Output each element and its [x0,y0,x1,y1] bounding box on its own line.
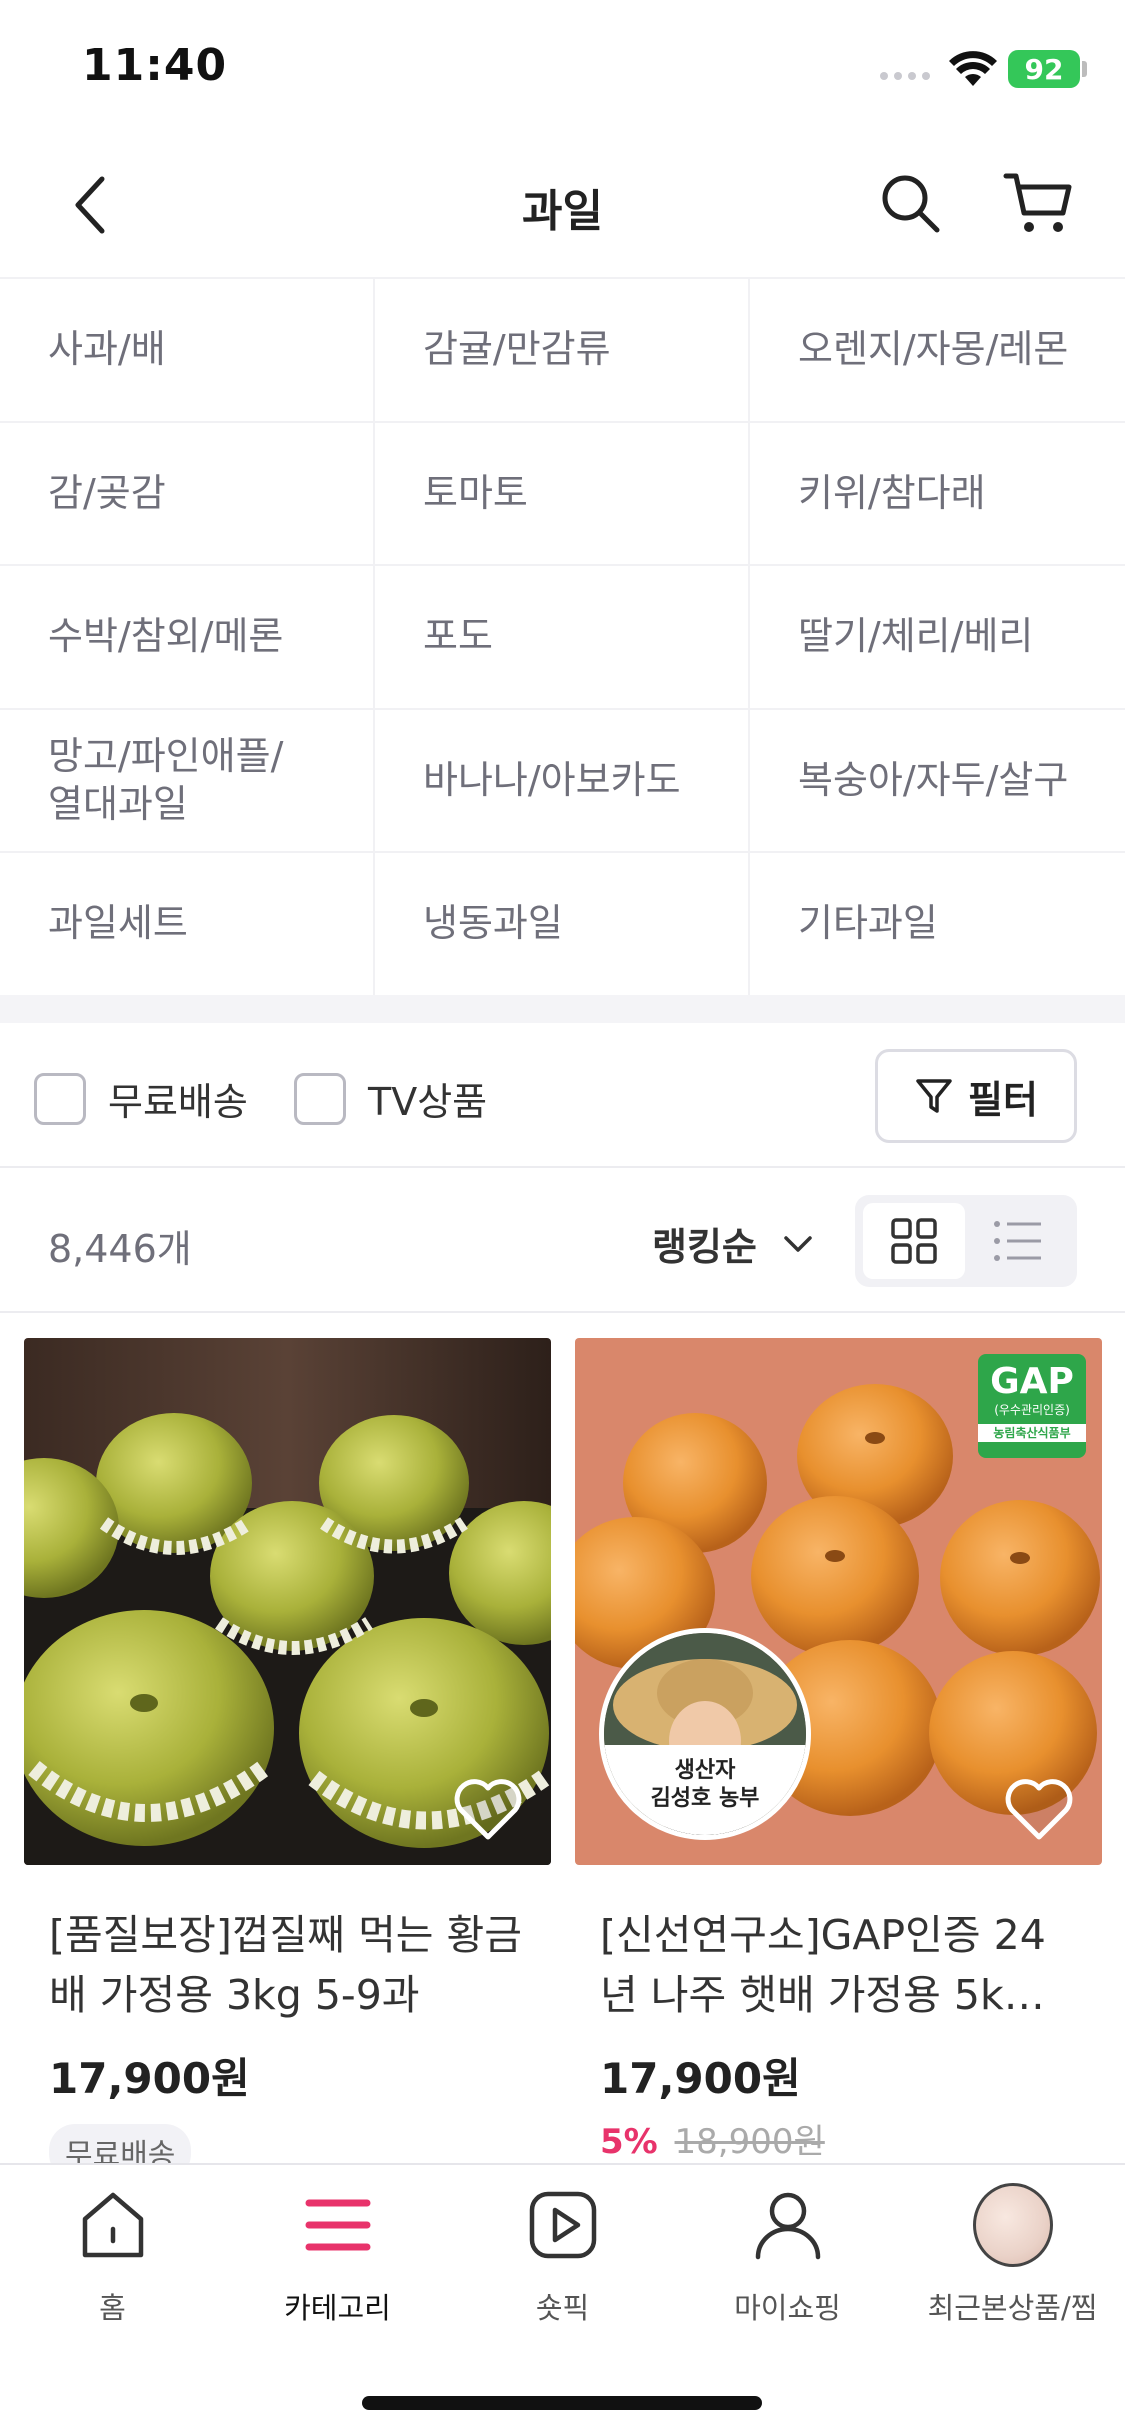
sort-label: 랭킹순 [652,1225,757,1269]
list-view-button[interactable] [967,1203,1069,1279]
product-name[interactable]: [품질보장]껍질째 먹는 황금배 가정용 3kg 5-9과 [24,1905,551,2025]
tab-label: 마이쇼핑 [734,2291,841,2325]
product-card[interactable]: GAP (우수관리인증) 농림축산식품부 생산자 김성호 농부 [신선연구소]G… [575,1338,1102,2163]
category-item[interactable]: 감귤/만감류 [375,279,750,423]
sort-row: 8,446개 랭킹순 [0,1168,1125,1313]
heart-icon[interactable] [453,1779,523,1841]
gap-ministry: 농림축산식품부 [978,1424,1086,1442]
recent-thumb-image [972,2183,1053,2267]
grid-view-button[interactable] [863,1203,965,1279]
category-grid: 사과/배 감귤/만감류 오렌지/자몽/레몬 감/곶감 토마토 키위/참다래 수박… [0,277,1125,997]
play-icon [523,2185,603,2265]
category-item[interactable]: 포도 [375,566,750,710]
heart-icon[interactable] [1004,1779,1074,1841]
free-shipping-checkbox[interactable]: 무료배송 [34,1071,248,1126]
home-icon [73,2185,153,2265]
battery-level: 92 [1024,52,1064,86]
recent-product-thumbnail [972,2183,1053,2267]
section-divider [0,995,1125,1023]
sort-dropdown[interactable]: 랭킹순 [652,1216,813,1271]
filter-button-label: 필터 [968,1077,1038,1122]
producer-avatar: 생산자 김성호 농부 [599,1628,811,1840]
grid-view-icon [891,1218,937,1264]
gap-subtitle: (우수관리인증) [994,1403,1070,1417]
discount-rate: 5% [600,2122,658,2162]
search-icon [882,175,940,233]
tab-recent[interactable]: 최근본상품/찜 [900,2183,1125,2335]
hamburger-menu-icon [298,2185,378,2265]
producer-name: 김성호 농부 [650,1786,760,1811]
tab-label: 최근본상품/찜 [927,2291,1098,2325]
category-item[interactable]: 망고/파인애플/ 열대과일 [0,709,375,854]
cart-button[interactable] [998,163,1078,243]
filter-row: 무료배송 TV상품 필터 [0,1023,1125,1168]
checkbox-box[interactable] [294,1072,346,1125]
list-view-icon [994,1221,1041,1261]
tab-category[interactable]: 카테고리 [225,2185,450,2335]
chevron-down-icon [784,1235,812,1252]
category-item[interactable]: 기타과일 [750,853,1125,997]
tab-label: 카테고리 [284,2291,391,2325]
search-button[interactable] [870,163,950,243]
category-item[interactable]: 감/곶감 [0,422,375,567]
category-item[interactable]: 딸기/체리/베리 [750,566,1125,710]
discount-info: 5% 18,900원 [575,2114,1102,2163]
product-price: 17,900원 [49,2054,250,2103]
battery-icon: 92 [1008,50,1080,88]
category-item[interactable]: 냉동과일 [375,853,750,997]
product-image[interactable] [24,1338,551,1865]
tv-product-checkbox[interactable]: TV상품 [294,1071,487,1126]
result-count: 8,446개 [48,1227,192,1271]
free-shipping-label: 무료배송 [108,1080,248,1124]
category-item[interactable]: 키위/참다래 [750,423,1125,567]
view-toggle [855,1195,1077,1287]
tab-label: 홈 [99,2291,126,2325]
tab-myshopping[interactable]: 마이쇼핑 [675,2185,900,2335]
page-title: 과일 [522,186,603,237]
gap-certification-badge: GAP (우수관리인증) 농림축산식품부 [978,1354,1086,1458]
cellular-signal-icon [880,72,930,80]
tab-shortpick[interactable]: 숏픽 [450,2185,675,2335]
checkbox-box[interactable] [34,1072,86,1125]
category-item[interactable]: 수박/참외/메론 [0,566,375,710]
status-bar: 11:40 92 [0,0,1125,135]
tab-home[interactable]: 홈 [0,2185,225,2335]
cart-icon [1003,173,1072,232]
filter-button[interactable]: 필터 [875,1049,1077,1143]
funnel-icon [916,1079,952,1113]
user-icon [748,2185,828,2265]
product-image[interactable]: GAP (우수관리인증) 농림축산식품부 생산자 김성호 농부 [575,1338,1102,1865]
status-time: 11:40 [82,40,228,91]
category-item[interactable]: 과일세트 [0,853,375,997]
tv-product-label: TV상품 [368,1080,488,1124]
header: 과일 [0,135,1125,275]
battery-tip [1082,61,1087,77]
producer-role: 생산자 [674,1758,736,1783]
gap-title: GAP [990,1361,1074,1402]
product-name[interactable]: [신선연구소]GAP인증 24년 나주 햇배 가정용 5k… [575,1905,1102,2025]
product-price: 17,900원 [600,2054,801,2103]
wifi-icon [949,51,997,86]
category-item[interactable]: 복숭아/자두/살구 [750,710,1125,854]
category-item[interactable]: 오렌지/자몽/레몬 [750,279,1125,423]
category-item[interactable]: 토마토 [375,422,750,567]
category-item[interactable]: 바나나/아보카도 [375,709,750,854]
category-item[interactable]: 사과/배 [0,279,375,423]
home-indicator [362,2396,762,2410]
product-card[interactable]: [품질보장]껍질째 먹는 황금배 가정용 3kg 5-9과 17,900원 무료… [24,1338,551,2180]
tab-label: 숏픽 [535,2291,590,2325]
producer-label: 생산자 김성호 농부 [604,1745,806,1835]
original-price: 18,900원 [674,2122,825,2162]
